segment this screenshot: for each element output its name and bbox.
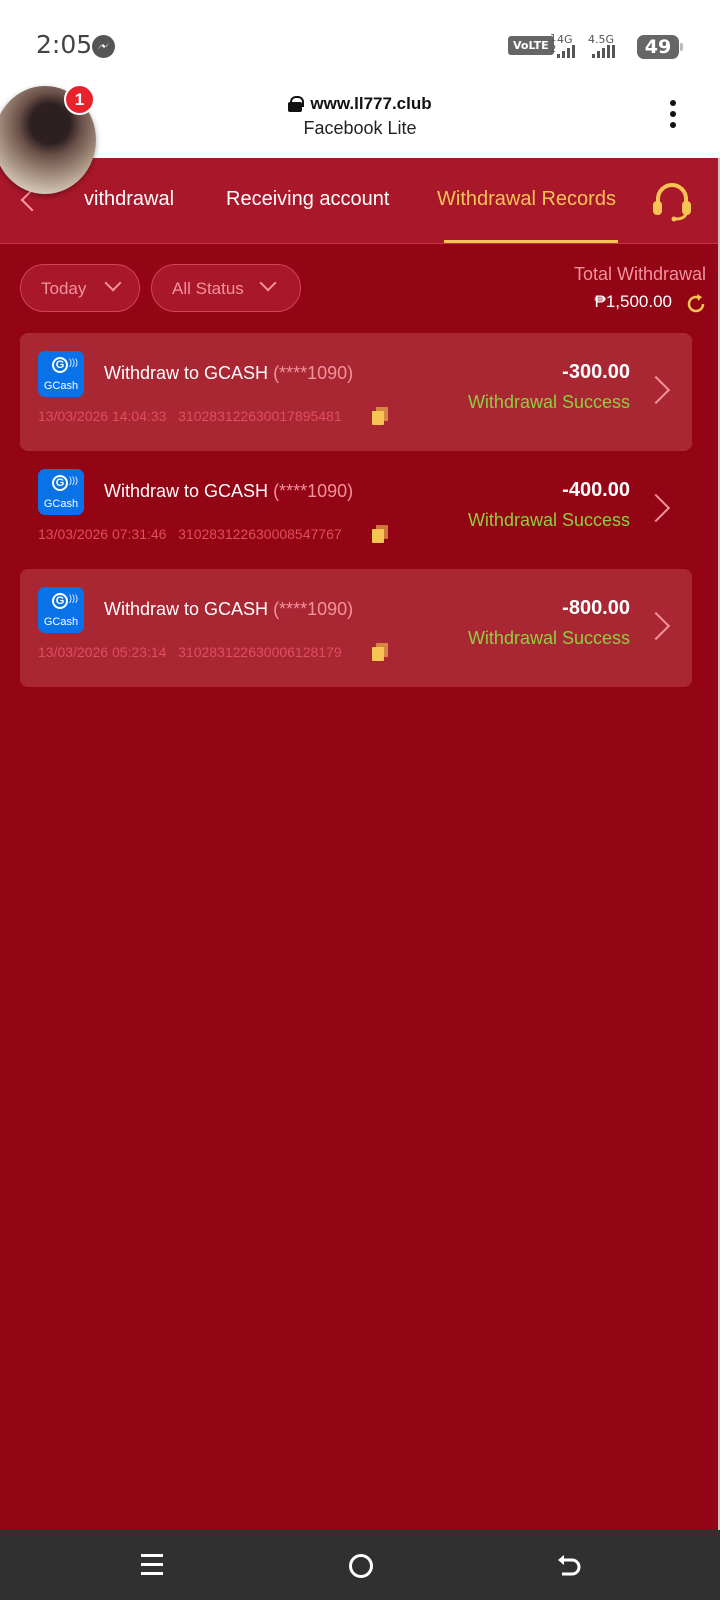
- gcash-logo-icon: G))) GCash: [38, 587, 84, 633]
- back-icon[interactable]: [556, 1554, 582, 1578]
- more-options-icon[interactable]: [668, 100, 678, 134]
- url-text: www.ll777.club: [310, 94, 432, 113]
- battery-level: 49: [637, 35, 679, 59]
- record-amount: -300.00: [562, 361, 630, 383]
- date-filter-value: Today: [41, 279, 87, 298]
- record-status: Withdrawal Success: [467, 628, 630, 648]
- url-bar[interactable]: www.ll777.club: [0, 94, 720, 114]
- volte-badge: VoLTE: [508, 36, 554, 55]
- signal-bars-1-icon: [557, 45, 575, 58]
- refresh-icon[interactable]: [684, 292, 708, 316]
- notification-badge: 1: [64, 84, 95, 115]
- chevron-down-icon: [104, 274, 122, 292]
- date-filter-dropdown[interactable]: Today: [20, 264, 140, 312]
- gcash-logo-icon: G))) GCash: [38, 469, 84, 515]
- record-amount: -400.00: [562, 479, 630, 501]
- browser-app-name: Facebook Lite: [303, 118, 417, 138]
- status-bar: 2:05 VoLTE 12 4G 4.5G 49: [0, 0, 720, 80]
- copy-icon[interactable]: [372, 643, 388, 661]
- lock-icon: [288, 96, 305, 112]
- sim-slot-indicator: 12: [550, 33, 557, 55]
- chevron-right-icon[interactable]: [641, 493, 671, 523]
- record-title: Withdraw to GCASH (****1090): [104, 363, 354, 383]
- browser-header: www.ll777.club Facebook Lite: [0, 80, 720, 158]
- record-account-mask: (****1090): [273, 363, 354, 383]
- system-nav-bar: [0, 1530, 720, 1600]
- tab-withdrawal-records[interactable]: Withdrawal Records: [437, 188, 616, 211]
- record-order-id: 310283122630017895481: [178, 408, 342, 424]
- customer-support-headset-icon[interactable]: [650, 180, 694, 222]
- battery-icon: [680, 43, 683, 51]
- status-filter-value: All Status: [172, 279, 244, 298]
- chevron-down-icon: [259, 274, 277, 292]
- record-datetime: 13/03/2026 07:31:46: [38, 526, 167, 542]
- record-status: Withdrawal Success: [467, 510, 630, 530]
- tab-withdrawal[interactable]: vithdrawal: [84, 188, 174, 211]
- withdrawal-record-row[interactable]: G))) GCash Withdraw to GCASH (****1090) …: [20, 451, 692, 569]
- copy-icon[interactable]: [372, 525, 388, 543]
- signal-bars-2-icon: [592, 45, 615, 58]
- home-icon[interactable]: [349, 1554, 373, 1578]
- tab-bar: vithdrawal Receiving account Withdrawal …: [0, 158, 718, 244]
- chevron-right-icon[interactable]: [641, 375, 671, 405]
- withdrawal-records-page: vithdrawal Receiving account Withdrawal …: [0, 158, 718, 1530]
- record-datetime: 13/03/2026 14:04:33: [38, 408, 167, 424]
- status-time: 2:05: [36, 30, 93, 59]
- record-meta: 13/03/2026 07:31:46 31028312263000854776…: [38, 526, 342, 542]
- record-meta: 13/03/2026 14:04:33 31028312263001789548…: [38, 408, 342, 424]
- total-withdrawal-label: Total Withdrawal: [573, 264, 706, 284]
- copy-icon[interactable]: [372, 407, 388, 425]
- tab-receiving-account[interactable]: Receiving account: [226, 188, 389, 211]
- withdrawal-record-row[interactable]: G))) GCash Withdraw to GCASH (****1090) …: [20, 333, 692, 451]
- record-order-id: 310283122630008547767: [178, 526, 342, 542]
- record-status: Withdrawal Success: [467, 392, 630, 412]
- recent-apps-icon[interactable]: [141, 1554, 163, 1576]
- active-tab-indicator: [444, 240, 618, 243]
- gcash-logo-icon: G))) GCash: [38, 351, 84, 397]
- record-amount: -800.00: [562, 597, 630, 619]
- status-filter-dropdown[interactable]: All Status: [151, 264, 301, 312]
- record-title: Withdraw to GCASH (****1090): [104, 599, 354, 619]
- record-datetime: 13/03/2026 05:23:14: [38, 644, 167, 660]
- record-meta: 13/03/2026 05:23:14 31028312263000612817…: [38, 644, 342, 660]
- record-account-mask: (****1090): [273, 599, 354, 619]
- total-withdrawal-value: ₱1,500.00: [594, 292, 672, 311]
- chevron-right-icon[interactable]: [641, 611, 671, 641]
- record-title: Withdraw to GCASH (****1090): [104, 481, 354, 501]
- record-order-id: 310283122630006128179: [178, 644, 342, 660]
- messenger-icon: [92, 35, 115, 58]
- record-account-mask: (****1090): [273, 481, 354, 501]
- withdrawal-record-row[interactable]: G))) GCash Withdraw to GCASH (****1090) …: [20, 569, 692, 687]
